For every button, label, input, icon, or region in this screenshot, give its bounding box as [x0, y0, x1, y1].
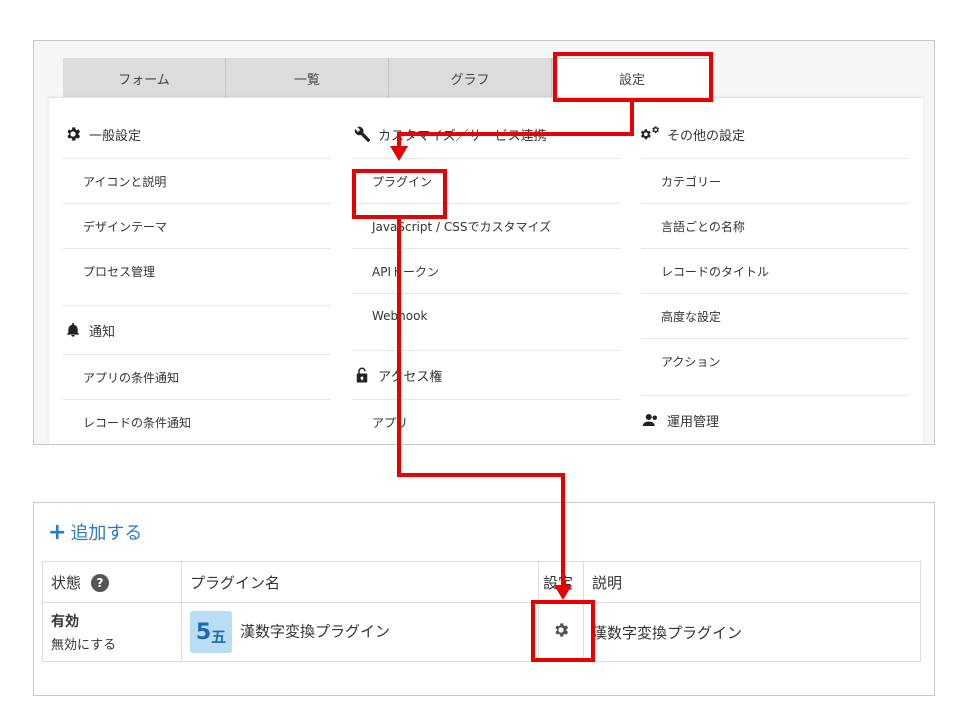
plugin-table: 状態? プラグイン名 設定 説明 有効 無効にする 5五 漢数字変換プラグイン …: [42, 561, 921, 662]
tab-graph[interactable]: グラフ: [389, 58, 552, 98]
menu-item-category[interactable]: カテゴリー: [641, 158, 909, 203]
unlock-icon: [352, 365, 372, 385]
plugin-name-cell: 5五 漢数字変換プラグイン: [181, 602, 539, 662]
access-heading: アクセス権: [352, 350, 620, 399]
menu-item-action[interactable]: アクション: [641, 338, 909, 383]
gears-icon: [641, 124, 661, 144]
annotation-line: [630, 100, 634, 136]
annotation-line: [397, 217, 401, 477]
annotation-line: [397, 132, 634, 136]
table-row: 有効 無効にする 5五 漢数字変換プラグイン 漢数字変換プラグイン: [42, 602, 921, 662]
highlight-settings-tab: [553, 52, 713, 102]
ops-title: 運用管理: [667, 414, 720, 430]
menu-item-advanced[interactable]: 高度な設定: [641, 293, 909, 338]
bell-icon: [63, 320, 83, 340]
plus-icon: +: [48, 519, 67, 545]
other-settings-heading: その他の設定: [641, 110, 909, 158]
plugin-name: 漢数字変換プラグイン: [240, 622, 391, 641]
general-settings-title: 一般設定: [89, 128, 142, 144]
access-title: アクセス権: [378, 369, 443, 385]
general-settings-heading: 一般設定: [63, 110, 331, 158]
menu-item-record-condition-notify[interactable]: レコードの条件通知: [63, 399, 331, 444]
header-description: 説明: [583, 561, 921, 603]
menu-item-language-names[interactable]: 言語ごとの名称: [641, 203, 909, 248]
disable-link[interactable]: 無効にする: [51, 634, 173, 653]
tab-list[interactable]: 一覧: [226, 58, 389, 98]
plugin-status-cell: 有効 無効にする: [42, 602, 182, 662]
people-icon: [641, 410, 661, 430]
help-icon[interactable]: ?: [91, 574, 110, 592]
add-plugin-label: 追加する: [70, 523, 143, 544]
annotation-line: [397, 473, 565, 477]
header-status: 状態?: [42, 561, 182, 603]
notify-heading: 通知: [63, 305, 331, 354]
plugin-list-panel: + 追加する 状態? プラグイン名 設定 説明 有効 無効にする 5五 漢数字変…: [33, 502, 935, 696]
highlight-plugin-item: [352, 169, 447, 219]
menu-item-app-access[interactable]: アプリ: [352, 399, 620, 444]
plugin-description-cell: 漢数字変換プラグイン: [583, 602, 921, 662]
menu-item-webhook[interactable]: Webhook: [352, 293, 620, 338]
annotation-line: [561, 473, 565, 587]
ops-heading: 運用管理: [641, 395, 909, 444]
arrow-down-icon: [554, 585, 572, 600]
header-plugin-name: プラグイン名: [181, 561, 539, 603]
menu-item-design-theme[interactable]: デザインテーマ: [63, 203, 331, 248]
plugin-logo: 5五: [190, 611, 232, 653]
settings-card: 一般設定 アイコンと説明 デザインテーマ プロセス管理 通知 アプリの条件通知 …: [49, 97, 923, 444]
add-plugin-link[interactable]: + 追加する: [48, 519, 142, 545]
other-settings-column: その他の設定 カテゴリー 言語ごとの名称 レコードのタイトル 高度な設定 アクシ…: [641, 98, 909, 444]
app-settings-panel: フォーム 一覧 グラフ 設定 一般設定 アイコンと説明 デザインテーマ プロセス…: [33, 40, 935, 445]
arrow-down-icon: [390, 146, 408, 161]
other-settings-title: その他の設定: [667, 128, 746, 144]
status-enabled: 有効: [51, 614, 79, 630]
notify-title: 通知: [89, 324, 116, 340]
highlight-plugin-settings-gear: [531, 600, 595, 662]
menu-item-icon-description[interactable]: アイコンと説明: [63, 158, 331, 203]
menu-item-process-management[interactable]: プロセス管理: [63, 248, 331, 293]
menu-item-api-token[interactable]: APIトークン: [352, 248, 620, 293]
tab-form[interactable]: フォーム: [63, 58, 226, 98]
wrench-icon: [352, 124, 372, 144]
menu-item-record-title[interactable]: レコードのタイトル: [641, 248, 909, 293]
plugin-table-header: 状態? プラグイン名 設定 説明: [42, 561, 921, 603]
general-settings-column: 一般設定 アイコンと説明 デザインテーマ プロセス管理 通知 アプリの条件通知 …: [63, 98, 331, 444]
menu-item-app-condition-notify[interactable]: アプリの条件通知: [63, 354, 331, 399]
gear-icon: [63, 124, 83, 144]
